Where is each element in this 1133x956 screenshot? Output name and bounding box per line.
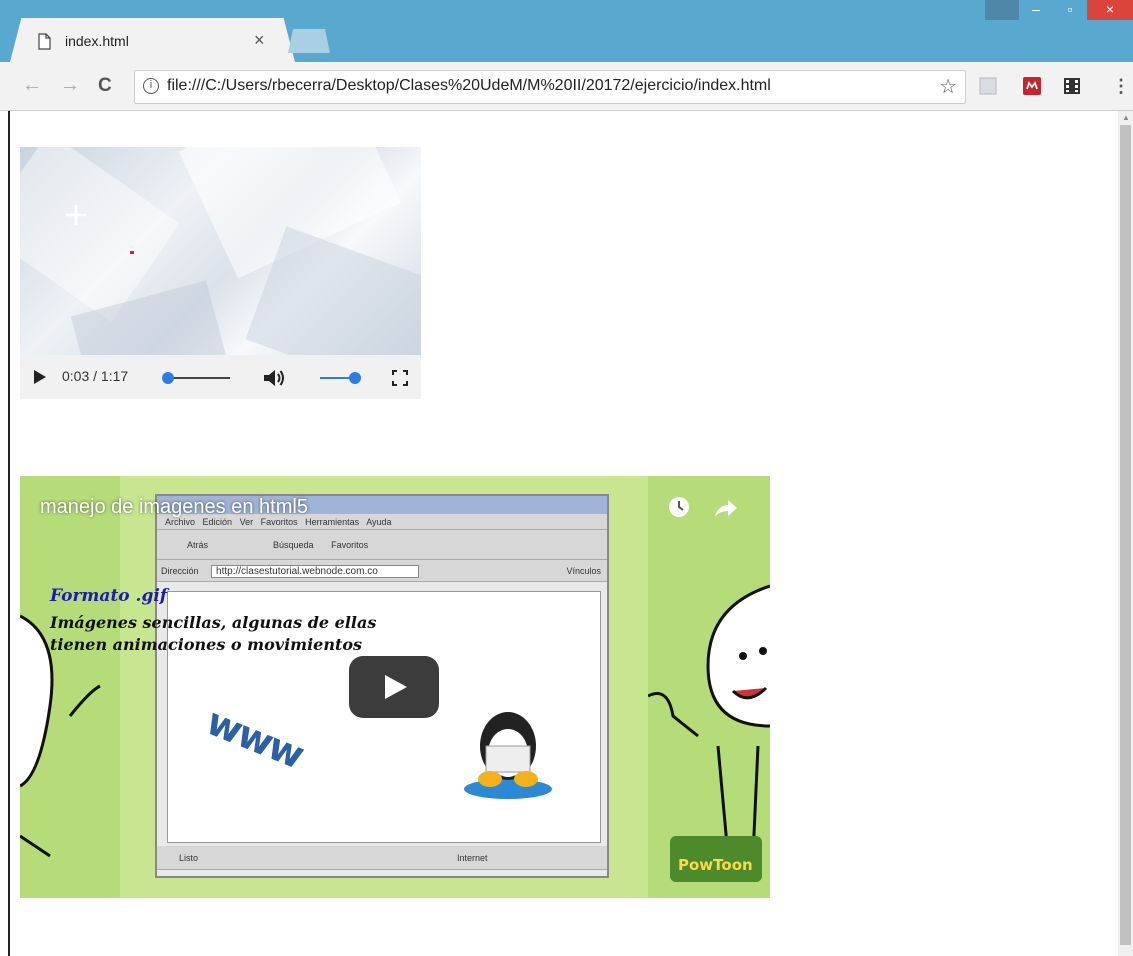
minimize-button[interactable]: – (1019, 0, 1053, 20)
forward-icon[interactable]: → (60, 74, 80, 97)
browser-titlebar: index.html × – ▫ × (0, 0, 1133, 62)
cartoon-left (20, 476, 120, 898)
thumb-statusbar: Listo Internet (157, 846, 607, 870)
mendeley-extension-icon[interactable] (1022, 76, 1042, 96)
new-tab-button[interactable] (288, 29, 330, 53)
reload-icon[interactable]: C (98, 75, 112, 97)
powtoon-badge: PowToon (670, 836, 762, 882)
video-player[interactable]: 0:03 / 1:17 (20, 147, 421, 399)
thumb-format-title: Formato .gif (50, 586, 168, 606)
browser-toolbar: ← → C i file:///C:/Users/rbecerra/Deskto… (0, 62, 1133, 111)
seek-bar[interactable] (165, 377, 230, 379)
video-frame[interactable] (20, 147, 421, 355)
close-window-button[interactable]: × (1087, 0, 1133, 20)
volume-handle[interactable] (349, 372, 361, 384)
bookmark-star-icon[interactable]: ☆ (939, 74, 957, 99)
document-icon (38, 33, 51, 50)
volume-icon[interactable] (262, 367, 286, 389)
cartoon-right (647, 476, 770, 898)
youtube-video-title[interactable]: manejo de imagenes en html5 (40, 496, 308, 519)
plus-icon (66, 205, 86, 225)
thumb-addressbar: Dirección http://clasestutorial.webnode.… (157, 560, 607, 582)
video-controls: 0:03 / 1:17 (20, 355, 421, 399)
user-icon[interactable] (985, 0, 1019, 20)
back-icon[interactable]: ← (22, 74, 42, 97)
play-icon[interactable] (34, 370, 46, 384)
thumb-toolbar: Atrás Búsqueda Favoritos (157, 530, 607, 560)
watch-later-icon[interactable] (668, 496, 690, 518)
fullscreen-icon[interactable] (391, 369, 409, 387)
thumb-description: Imágenes sencillas, algunas de ellas tie… (50, 613, 377, 654)
browser-tab[interactable] (10, 18, 295, 62)
address-bar[interactable]: i file:///C:/Users/rbecerra/Desktop/Clas… (134, 70, 966, 104)
pdf-extension-icon[interactable] (978, 76, 998, 96)
scrollbar-thumb[interactable] (1120, 125, 1131, 945)
film-extension-icon[interactable] (1062, 76, 1082, 96)
video-artifact (130, 251, 134, 254)
scroll-up-icon[interactable]: ▲ (1122, 113, 1130, 122)
menu-icon[interactable]: ⋮ (1112, 76, 1130, 97)
youtube-play-button[interactable] (349, 656, 439, 718)
penguin-icon (464, 712, 552, 799)
youtube-embed[interactable]: Archivo Edición Ver Favoritos Herramient… (20, 476, 770, 898)
url-text[interactable]: file:///C:/Users/rbecerra/Desktop/Clases… (167, 77, 771, 95)
share-icon[interactable] (714, 498, 738, 518)
window-controls: – ▫ × (985, 0, 1133, 20)
tab-close-icon[interactable]: × (254, 30, 265, 51)
tab-title: index.html (65, 33, 129, 49)
seek-handle[interactable] (161, 372, 174, 384)
play-button-icon (385, 675, 407, 699)
maximize-button[interactable]: ▫ (1053, 0, 1087, 20)
video-time: 0:03 / 1:17 (62, 368, 129, 384)
info-icon[interactable]: i (143, 78, 159, 94)
